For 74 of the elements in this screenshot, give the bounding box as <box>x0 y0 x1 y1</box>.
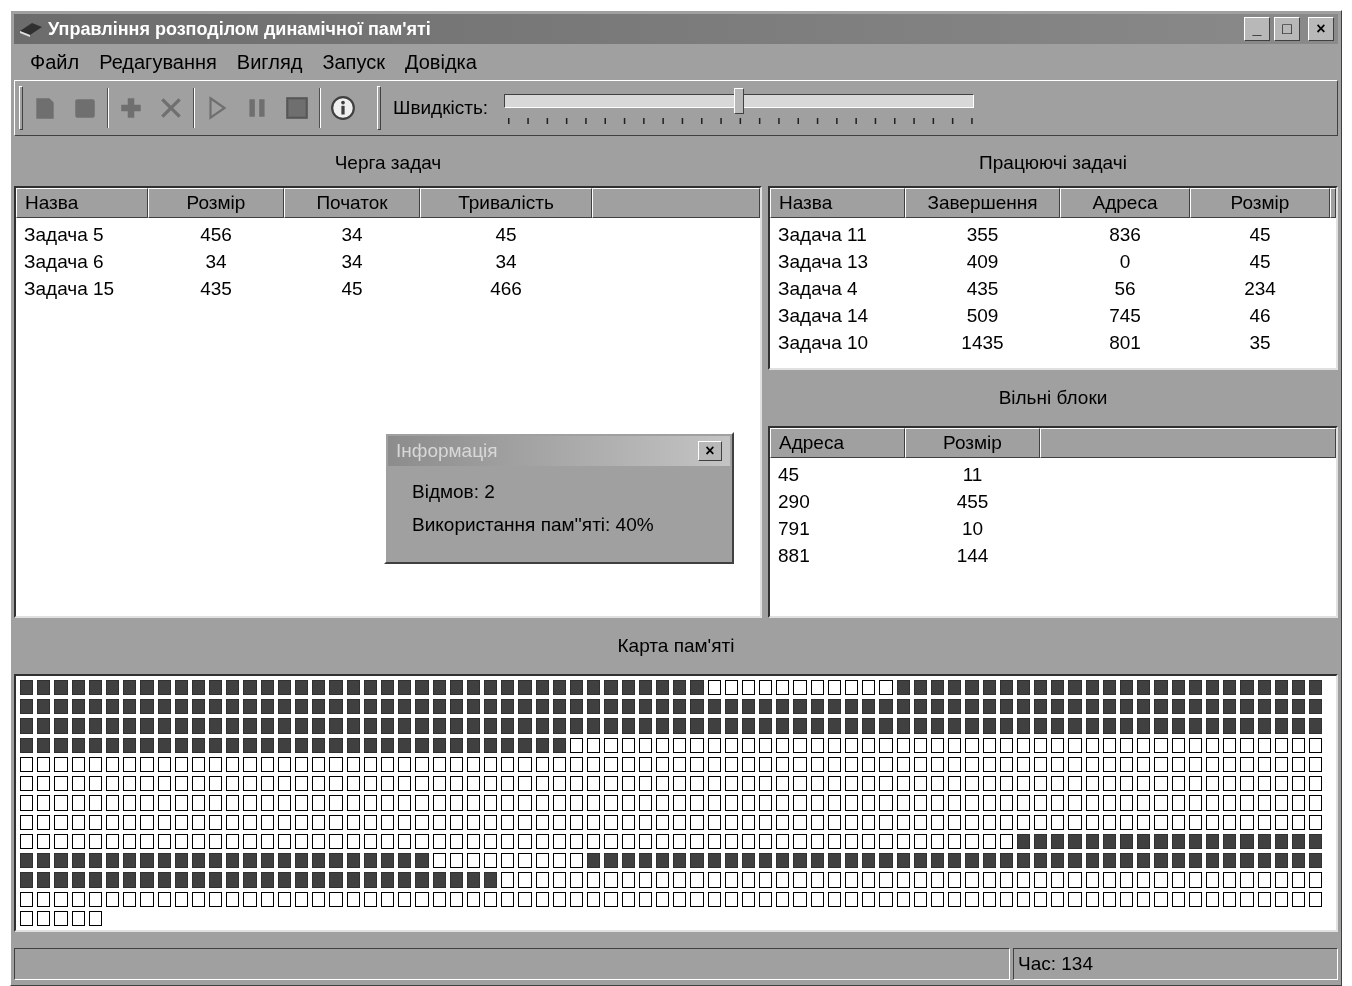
table-cell-text: 801 <box>1109 331 1141 356</box>
table-cell-text: 45 <box>1249 250 1271 275</box>
table-cell-text: 234 <box>1244 277 1276 302</box>
table-cell-text: 509 <box>966 304 999 329</box>
table-cell-text: 45 <box>1249 223 1271 248</box>
table-cell-text: 56 <box>1114 277 1136 302</box>
info-icon <box>330 95 356 121</box>
table-cell-text: Задача 14 <box>778 304 869 329</box>
table-cell-text: Задача 13 <box>778 250 869 275</box>
table-cell-text: 409 <box>966 250 999 275</box>
column-header[interactable]: Початок <box>284 188 420 218</box>
table-cell-text: 355 <box>966 223 999 248</box>
table-cell-text: 435 <box>200 277 232 302</box>
window-control-button[interactable]: × <box>1308 17 1334 41</box>
close-button[interactable]: × <box>698 441 722 461</box>
window-control-button[interactable]: _ <box>1244 17 1270 41</box>
table-cell-text: Задача 15 <box>24 277 115 302</box>
menu-item[interactable]: Вигляд <box>228 47 311 77</box>
table-cell-text: 34 <box>205 250 227 275</box>
dialog-text: Використання пам''яті: 40% <box>412 512 655 537</box>
table-cell-text: Задача 5 <box>24 223 104 248</box>
panel-title: Карта пам'яті <box>617 633 735 658</box>
dialog-title: Інформація <box>396 438 499 463</box>
column-header[interactable]: Адреса <box>1060 188 1190 218</box>
panel-title: Працюючі задачі <box>979 150 1127 175</box>
table-cell-text: Задача 4 <box>778 277 858 302</box>
table-cell-text: 0 <box>1119 250 1131 275</box>
table-cell-text: Задача 6 <box>24 250 104 275</box>
dialog-text: Відмов: 2 <box>412 480 496 504</box>
column-header[interactable]: Розмір <box>905 428 1040 458</box>
table-cell-text: 45 <box>495 223 517 248</box>
table-cell-text: 745 <box>1109 304 1141 329</box>
table-cell-text: 10 <box>961 517 984 542</box>
table-cell-text: 290 <box>778 490 810 515</box>
column-header[interactable]: Адреса <box>770 428 905 458</box>
delete-icon <box>158 95 184 121</box>
window-control-button[interactable]: □ <box>1274 17 1300 41</box>
panel-title: Вільні блоки <box>998 385 1108 410</box>
table-cell-text: Задача 10 <box>778 331 869 356</box>
table-cell-text: 45 <box>778 463 800 488</box>
table-cell-text: 1435 <box>961 331 1004 356</box>
column-header[interactable]: Назва <box>770 188 905 218</box>
table-cell-text: 45 <box>341 277 363 302</box>
table-cell-text: 791 <box>778 517 810 542</box>
panel-title: Черга задач <box>334 150 442 175</box>
column-header[interactable]: Завершення <box>905 188 1060 218</box>
menu-item[interactable]: Довідка <box>396 47 485 77</box>
status-panel: Час: 134 <box>1013 948 1338 980</box>
table-cell-text: 46 <box>1249 304 1271 329</box>
plus-icon <box>118 95 144 121</box>
table-cell-text: 435 <box>966 277 999 302</box>
table-cell-text: 881 <box>778 544 810 569</box>
column-header[interactable]: Розмір <box>1190 188 1330 218</box>
table-cell-text: 456 <box>200 223 232 248</box>
slider-thumb[interactable] <box>734 88 745 114</box>
table-cell-text: 836 <box>1109 223 1141 248</box>
speed-label: Швидкість: <box>393 95 489 120</box>
menu-item[interactable]: Редагування <box>91 47 225 77</box>
column-header[interactable]: Тривалість <box>420 188 592 218</box>
table-cell-text: 34 <box>495 250 517 275</box>
menu-item[interactable]: Файл <box>22 47 88 77</box>
table-cell-text: 455 <box>956 490 989 515</box>
table-cell-text: 144 <box>956 544 989 569</box>
table-cell-text: Задача 11 <box>778 223 867 248</box>
menu-item[interactable]: Запуск <box>314 47 393 77</box>
table-cell-text: 34 <box>341 223 363 248</box>
table-cell-text: 11 <box>962 463 983 488</box>
table-cell-text: 466 <box>490 277 522 302</box>
stop-icon <box>284 95 310 121</box>
table-cell-text: 35 <box>1249 331 1271 356</box>
column-header[interactable]: Назва <box>16 188 148 218</box>
table-cell-text: 34 <box>341 250 363 275</box>
window-title: Управління розподілом динамічної пам'яті <box>48 17 432 41</box>
column-header[interactable]: Розмір <box>148 188 284 218</box>
